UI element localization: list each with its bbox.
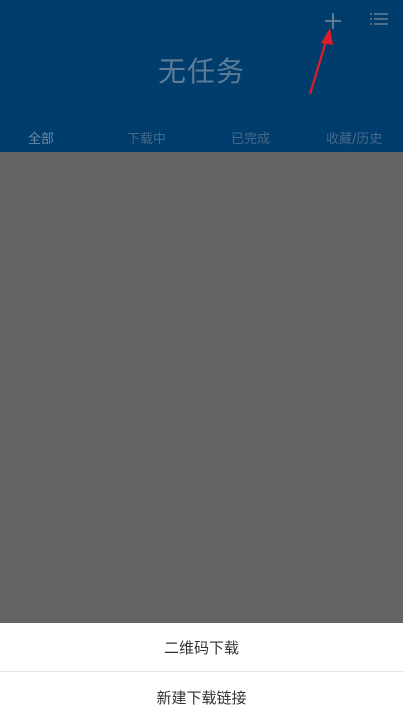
- app-header: 无任务 全部 下载中 已完成 收藏/历史: [0, 0, 403, 152]
- page-title: 无任务: [157, 55, 245, 88]
- tab-all[interactable]: 全部: [28, 128, 54, 147]
- dim-overlay[interactable]: [0, 152, 403, 623]
- tab-favorites-history[interactable]: 收藏/历史: [326, 128, 382, 147]
- action-sheet: 二维码下载 新建下载链接: [0, 623, 403, 720]
- sheet-divider: [0, 671, 403, 672]
- tab-downloading[interactable]: 下载中: [127, 128, 166, 147]
- menu-button[interactable]: [366, 8, 392, 30]
- red-arrow-annotation: [308, 28, 333, 95]
- new-download-link-option[interactable]: 新建下载链接: [0, 687, 403, 708]
- tab-bar: 全部 下载中 已完成 收藏/历史: [0, 124, 403, 150]
- tab-completed[interactable]: 已完成: [231, 128, 270, 147]
- list-menu-icon: [370, 13, 388, 25]
- qr-code-download-option[interactable]: 二维码下载: [0, 637, 403, 658]
